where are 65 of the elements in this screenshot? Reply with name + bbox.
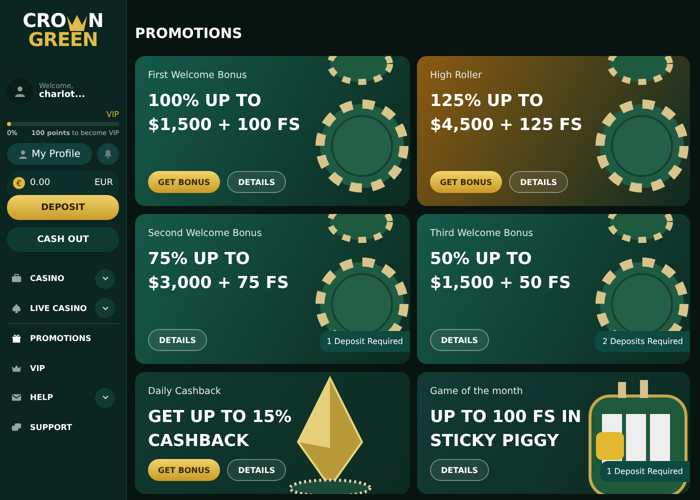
nav-label: PROMOTIONS (30, 334, 92, 344)
person-icon (18, 150, 27, 158)
details-button[interactable]: DETAILS (509, 171, 568, 193)
crown-icon (66, 14, 88, 31)
requirement-badge: 1 Deposit Required (320, 331, 410, 352)
details-button[interactable]: DETAILS (148, 329, 207, 351)
person-icon (15, 86, 25, 96)
expand-button[interactable] (95, 268, 115, 289)
nav-item[interactable]: PROMOTIONS (7, 324, 119, 354)
user-name: charlot... (39, 90, 86, 100)
details-button[interactable]: DETAILS (430, 459, 489, 481)
chevron-down-icon (102, 276, 108, 282)
expand-button[interactable] (95, 388, 115, 408)
currency-label: EUR (94, 178, 113, 188)
chevron-down-icon (102, 395, 108, 400)
logo-text: CRO (22, 12, 66, 31)
nav-item[interactable]: LIVE CASINO (7, 294, 119, 323)
promotion-headline: UP TO 100 FS IN STICKY PIGGY (430, 406, 582, 452)
expand-button[interactable] (95, 298, 115, 318)
chevron-down-icon (102, 306, 108, 311)
briefcase-icon (11, 273, 22, 284)
details-button[interactable]: DETAILS (227, 459, 286, 481)
nav-item[interactable]: VIP (7, 354, 119, 383)
nav-item[interactable]: CASINO (7, 264, 119, 294)
nav-item[interactable]: HELP (7, 383, 119, 412)
details-button[interactable]: DETAILS (430, 329, 489, 351)
nav-label: CASINO (30, 274, 66, 284)
chat-icon (11, 422, 22, 433)
gift-icon (11, 333, 22, 344)
logo-text: N (88, 12, 104, 31)
requirement-badge: 1 Deposit Required (600, 461, 690, 482)
promotion-headline: 100% UP TO $1,500 + 100 FS (148, 90, 302, 136)
nav-label: LIVE CASINO (30, 304, 87, 313)
euro-coin-icon: € (13, 177, 25, 189)
promotion-subtitle: Game of the month (430, 386, 524, 397)
promotion-subtitle: First Welcome Bonus (148, 70, 248, 81)
promotion-subtitle: High Roller (430, 70, 483, 81)
promotion-subtitle: Daily Cashback (148, 386, 222, 397)
nav-item[interactable]: SUPPORT (7, 412, 119, 442)
get-bonus-button[interactable]: GET BONUS (148, 459, 220, 481)
promotion-headline: GET UP TO 15% CASHBACK (148, 406, 293, 452)
get-bonus-button[interactable]: GET BONUS (430, 171, 502, 193)
promotion-subtitle: Third Welcome Bonus (430, 228, 534, 239)
vip-label: VIP (106, 110, 119, 119)
logo-text: GREEN (28, 31, 98, 50)
profile-button[interactable]: My Profile (7, 143, 92, 165)
page-title: PROMOTIONS (135, 26, 244, 42)
notifications-button[interactable] (97, 143, 119, 165)
nav-label: VIP (30, 364, 46, 373)
mail-icon (11, 392, 22, 404)
promotion-headline: 75% UP TO $3,000 + 75 FS (148, 248, 290, 294)
nav-label: HELP (30, 393, 54, 402)
cash-out-button[interactable]: CASH OUT (7, 227, 119, 252)
nav-label: SUPPORT (30, 422, 74, 432)
promotion-headline: 125% UP TO $4,500 + 125 FS (430, 90, 584, 136)
crown-icon (11, 362, 22, 374)
promotion-headline: 50% UP TO $1,500 + 50 FS (430, 248, 572, 294)
spade-icon (11, 302, 22, 314)
details-button[interactable]: DETAILS (227, 171, 286, 193)
balance-amount: 0.00 (30, 178, 52, 188)
promotion-subtitle: Second Welcome Bonus (148, 228, 263, 239)
bell-icon (103, 149, 113, 159)
deposit-button[interactable]: DEPOSIT (7, 195, 119, 220)
get-bonus-button[interactable]: GET BONUS (148, 171, 220, 193)
requirement-badge: 2 Deposits Required (595, 331, 690, 352)
